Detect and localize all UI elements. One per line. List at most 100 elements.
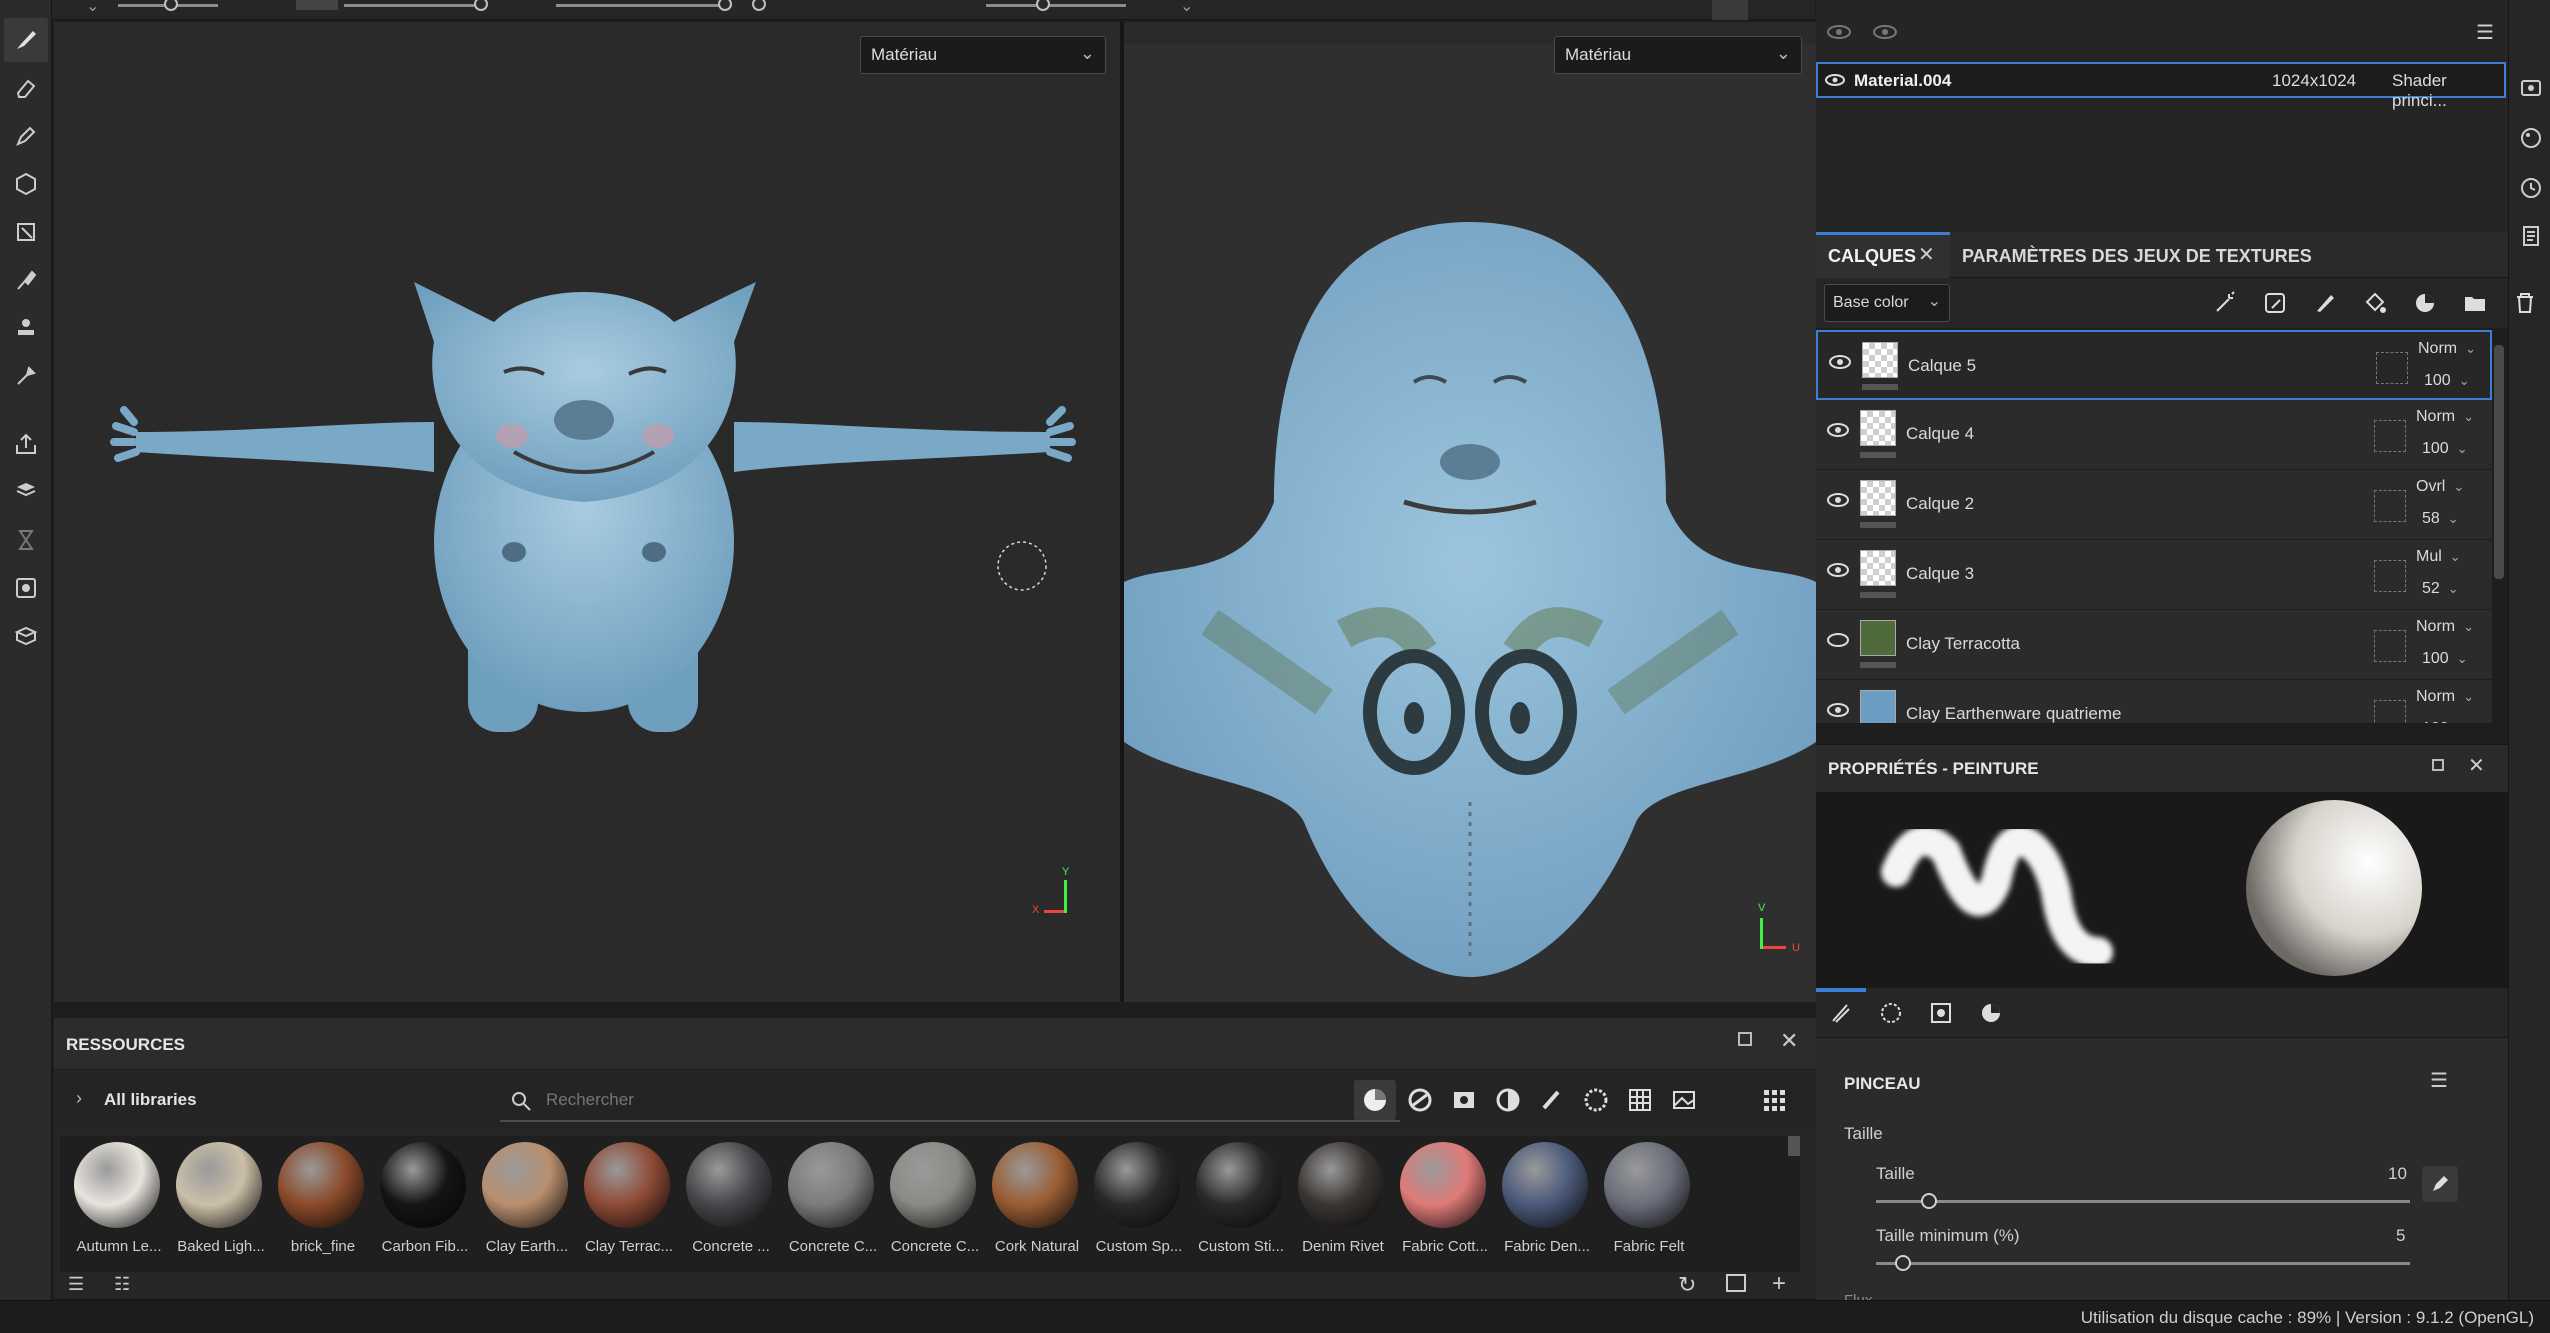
tab-stencil[interactable] — [1928, 1000, 1954, 1026]
log-icon[interactable] — [2519, 224, 2543, 248]
opacity-dropdown[interactable]: 100 ⌄ — [2422, 440, 2468, 458]
viewer-settings-tool[interactable] — [4, 614, 48, 658]
filter-environments-button[interactable] — [1664, 1080, 1704, 1120]
panel-menu-icon[interactable]: ☰ — [2476, 20, 2494, 45]
delete-layer-icon[interactable] — [2512, 290, 2538, 316]
toolbar-slider-3[interactable] — [556, 4, 732, 7]
material-thumbnail[interactable]: Cork Natural — [986, 1138, 1082, 1268]
filter-filters-button[interactable] — [1488, 1080, 1528, 1120]
eye-icon[interactable] — [1872, 22, 1898, 42]
tab-texture-params[interactable]: PARAMÈTRES DES JEUX DE TEXTURES — [1962, 246, 2312, 267]
material-thumbnail[interactable]: Custom Sp... — [1088, 1138, 1184, 1268]
texture-set-row[interactable]: Material.004 1024x1024 Shader princi... — [1816, 62, 2506, 110]
preset-menu-icon[interactable]: ☰ — [2430, 1068, 2448, 1093]
tab-alpha[interactable] — [1878, 1000, 1904, 1026]
size-slider-track[interactable] — [1876, 1200, 2410, 1203]
material-thumbnail[interactable]: Custom Sti... — [1190, 1138, 1286, 1268]
layer-mask-slot[interactable] — [2374, 490, 2406, 522]
opacity-dropdown[interactable]: 52 ⌄ — [2422, 580, 2459, 598]
paint-brush-tool[interactable] — [4, 18, 48, 62]
min-size-slider-track[interactable] — [1876, 1262, 2410, 1265]
toolbar-slider-3-knob[interactable] — [718, 0, 732, 11]
add-fill-layer-icon[interactable] — [2362, 290, 2388, 316]
size-slider-knob[interactable] — [1921, 1193, 1938, 1209]
eye-icon[interactable] — [1826, 698, 1850, 722]
layer-row[interactable]: Calque 3 Mul ⌄ 52 ⌄ — [1816, 540, 2492, 610]
toolbar-slider-4-knob[interactable] — [752, 0, 766, 11]
add-folder-icon[interactable] — [2462, 290, 2488, 316]
min-size-slider-knob[interactable] — [1894, 1255, 1911, 1271]
size-value[interactable]: 10 — [2388, 1164, 2407, 1184]
filter-smart-materials-button[interactable] — [1400, 1080, 1440, 1120]
channel-dropdown[interactable]: Base color ⌄ — [1824, 284, 1950, 322]
layer-row[interactable]: Clay Earthenware quatrieme Norm ⌄ 100 ⌄ — [1816, 680, 2492, 724]
opacity-dropdown[interactable]: 58 ⌄ — [2422, 510, 2459, 528]
tab-material[interactable] — [1978, 1000, 2004, 1026]
add-smart-material-icon[interactable] — [2412, 290, 2438, 316]
color-swatch[interactable] — [296, 0, 338, 10]
layer-mask-slot[interactable] — [2374, 560, 2406, 592]
toolbar-slider-5[interactable] — [986, 4, 1126, 7]
list-view-icon[interactable]: ☷ — [114, 1274, 130, 1295]
eraser-tool[interactable] — [4, 66, 48, 110]
layer-mask-slot[interactable] — [2376, 352, 2408, 384]
material-thumbnail[interactable]: Baked Ligh... — [170, 1138, 266, 1268]
eye-icon[interactable] — [1826, 418, 1850, 442]
layer-row[interactable]: Clay Terracotta Norm ⌄ 100 ⌄ — [1816, 610, 2492, 680]
material-thumbnail[interactable]: Clay Terrac... — [578, 1138, 674, 1268]
viewport-3d[interactable]: Matériau ⌄ X Y — [54, 22, 1120, 1002]
eye-hidden-icon[interactable] — [1826, 22, 1852, 42]
layer-mask-slot[interactable] — [2374, 420, 2406, 452]
material-thumbnail[interactable]: Fabric Cott... — [1394, 1138, 1490, 1268]
tab-brush[interactable] — [1828, 1000, 1854, 1026]
polygon-fill-tool[interactable] — [4, 162, 48, 206]
close-icon[interactable]: ✕ — [2468, 753, 2485, 778]
eye-off-icon[interactable] — [1826, 628, 1850, 652]
close-icon[interactable]: ✕ — [1780, 1028, 1798, 1054]
blend-mode-dropdown[interactable]: Norm ⌄ — [2416, 408, 2474, 426]
bake-tool[interactable] — [4, 470, 48, 514]
eye-icon[interactable] — [1826, 558, 1850, 582]
search-field[interactable] — [500, 1080, 1400, 1122]
layer-row[interactable]: Calque 4 Norm ⌄ 100 ⌄ — [1816, 400, 2492, 470]
toolbar-slider-2[interactable] — [344, 4, 484, 7]
blend-mode-dropdown[interactable]: Mul ⌄ — [2416, 548, 2461, 566]
display-settings-tool[interactable] — [4, 566, 48, 610]
color-picker-tool[interactable] — [4, 354, 48, 398]
texture-set-list-icon[interactable] — [2519, 76, 2543, 100]
undock-icon[interactable] — [2432, 759, 2444, 771]
material-thumbnail[interactable]: Autumn Le... — [68, 1138, 164, 1268]
add-effect-icon[interactable] — [2212, 290, 2238, 316]
search-input[interactable] — [546, 1090, 1146, 1110]
material-thumbnail[interactable]: Carbon Fib... — [374, 1138, 470, 1268]
eye-icon[interactable] — [1824, 72, 1846, 88]
layer-row[interactable]: Calque 2 Ovrl ⌄ 58 ⌄ — [1816, 470, 2492, 540]
filter-textures-button[interactable] — [1620, 1080, 1660, 1120]
opacity-dropdown[interactable]: 100 ⌄ — [2422, 720, 2468, 723]
chevron-down-icon[interactable]: ⌄ — [1180, 0, 1193, 16]
close-icon[interactable]: ✕ — [1918, 242, 1935, 267]
geometry-mask-tool[interactable] — [4, 210, 48, 254]
layer-row[interactable]: Calque 5 Norm ⌄ 100 ⌄ — [1816, 330, 2492, 400]
smudge-tool[interactable] — [4, 258, 48, 302]
material-thumbnail[interactable]: brick_fine — [272, 1138, 368, 1268]
library-selector[interactable]: All libraries — [104, 1090, 197, 1110]
material-thumbnail[interactable]: Concrete C... — [884, 1138, 980, 1268]
opacity-dropdown[interactable]: 100 ⌄ — [2424, 372, 2470, 390]
color-palette-icon[interactable] — [2519, 126, 2543, 150]
layer-mask-slot[interactable] — [2374, 700, 2406, 723]
materials-scrollbar[interactable] — [1788, 1136, 1800, 1156]
chevron-down-icon[interactable]: ⌄ — [86, 0, 99, 16]
add-icon[interactable]: + — [1772, 1270, 1786, 1298]
chevron-right-icon[interactable]: › — [76, 1088, 82, 1109]
filter-masks-button[interactable] — [1444, 1080, 1484, 1120]
material-thumbnail[interactable]: Denim Rivet — [1292, 1138, 1388, 1268]
add-mask-icon[interactable] — [2262, 290, 2288, 316]
add-paint-layer-icon[interactable] — [2312, 290, 2338, 316]
material-thumbnail[interactable]: Concrete C... — [782, 1138, 878, 1268]
opacity-dropdown[interactable]: 100 ⌄ — [2422, 650, 2468, 668]
toolbar-active-button[interactable] — [1712, 0, 1748, 20]
eye-icon[interactable] — [1826, 488, 1850, 512]
projection-tool[interactable] — [4, 114, 48, 158]
refresh-icon[interactable]: ↻ — [1678, 1272, 1696, 1298]
